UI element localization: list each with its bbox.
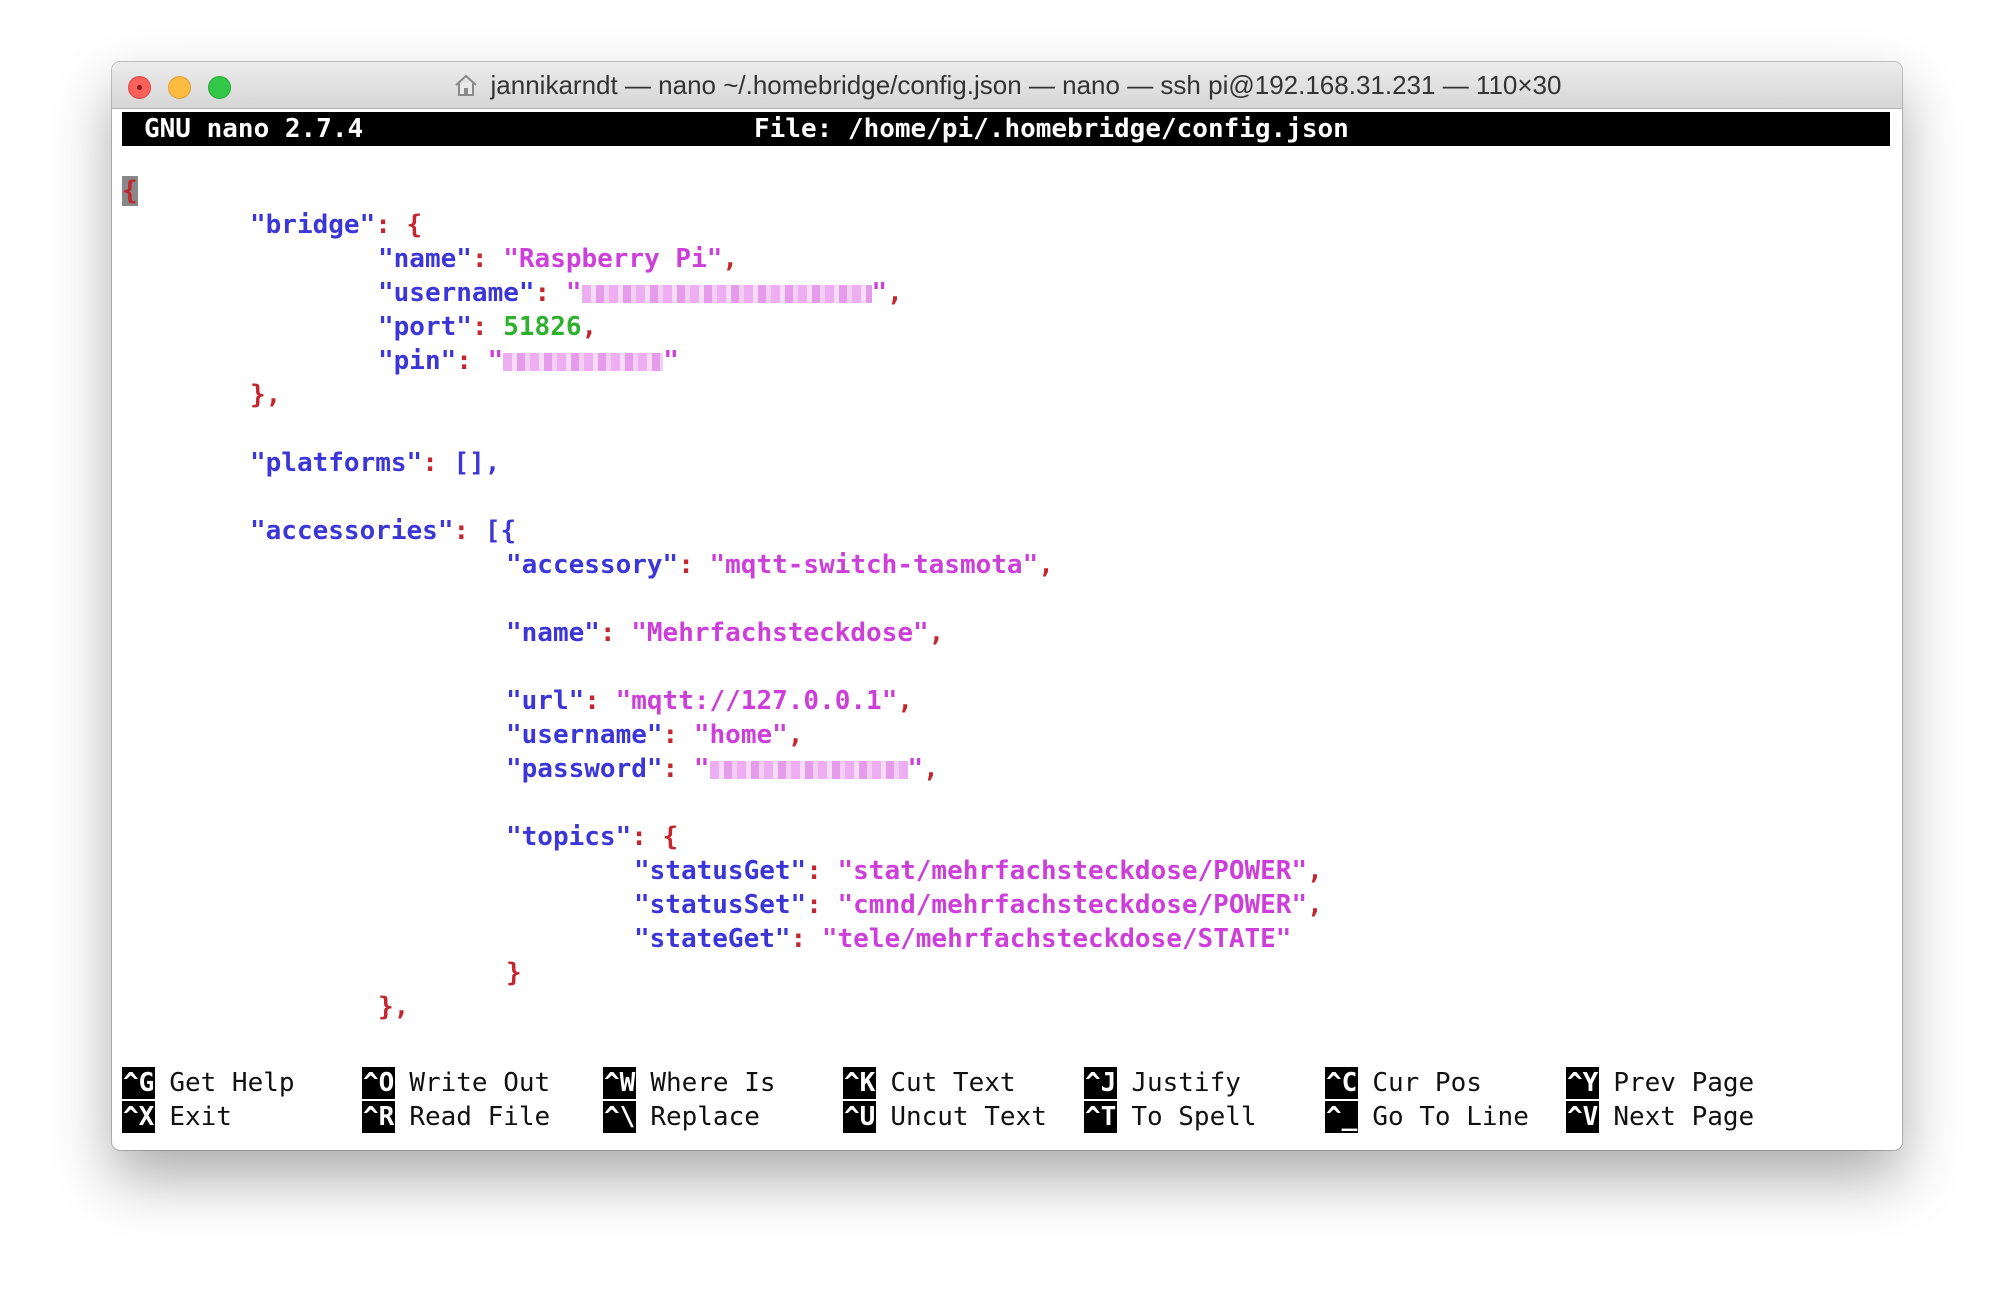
json-string: "Raspberry Pi" [503,244,723,274]
json-key: "statusGet" [634,856,807,886]
json-string: "Mehrfachsteckdose" [631,618,929,648]
terminal-window: jannikarndt — nano ~/.homebridge/config.… [112,62,1902,1150]
shortcut-replace[interactable]: ^\ Replace [603,1100,760,1134]
redacted-value [709,760,908,779]
code-line: "url": "mqtt://127.0.0.1", [506,686,914,716]
code-line: }, [378,992,410,1022]
code-line: "statusGet": "stat/mehrfachsteckdose/POW… [634,856,1323,886]
json-string: "mqtt://127.0.0.1" [615,686,898,716]
json-array: [], [453,448,501,478]
code-line: "accessories": [{ [250,516,517,546]
json-key: "bridge" [250,210,376,240]
code-line: "platforms": [], [250,448,501,478]
json-key: "platforms" [250,448,423,478]
shortcut-prev-page[interactable]: ^Y Prev Page [1566,1066,1754,1100]
redacted-value [581,284,872,303]
code-line: "password": " ", [506,754,939,784]
shortcut-next-page[interactable]: ^V Next Page [1566,1100,1754,1134]
code-line: "name": "Raspberry Pi", [378,244,739,274]
shortcut-read-file[interactable]: ^R Read File [362,1100,550,1134]
shortcut-go-to-line[interactable]: ^_ Go To Line [1325,1100,1529,1134]
code-line: { [122,174,138,208]
shortcut-uncut-text[interactable]: ^U Uncut Text [843,1100,1047,1134]
code-line: "statusSet": "cmnd/mehrfachsteckdose/POW… [634,890,1323,920]
title-wrap: jannikarndt — nano ~/.homebridge/config.… [112,62,1902,108]
code-line: "accessory": "mqtt-switch-tasmota", [506,550,1054,580]
code-line: "name": "Mehrfachsteckdose", [506,618,945,648]
json-string: "home" [693,720,788,750]
text-cursor: { [122,176,138,206]
nano-header: GNU nano 2.7.4 File: /home/pi/.homebridg… [122,112,1890,146]
window-title: jannikarndt — nano ~/.homebridge/config.… [490,69,1562,100]
json-key: "port" [378,312,472,342]
json-key: "accessories" [250,516,454,546]
json-string: "cmnd/mehrfachsteckdose/POWER" [837,890,1308,920]
shortcut-get-help[interactable]: ^G Get Help [122,1066,295,1100]
house-icon [453,72,479,98]
code-line: "port": 51826, [378,312,598,342]
json-key: "password" [506,754,663,784]
shortcut-cut-text[interactable]: ^K Cut Text [843,1066,1016,1100]
json-key: "statusSet" [634,890,807,920]
json-key: "stateGet" [634,924,791,954]
json-key: "username" [506,720,663,750]
json-key: "accessory" [506,550,679,580]
shortcut-justify[interactable]: ^J Justify [1084,1066,1241,1100]
shortcut-exit[interactable]: ^X Exit [122,1100,232,1134]
json-string: "tele/mehrfachsteckdose/STATE" [821,924,1292,954]
shortcut-where-is[interactable]: ^W Where Is [603,1066,776,1100]
nano-file-path: File: /home/pi/.homebridge/config.json [754,114,1349,144]
json-key: "username" [378,278,535,308]
json-string: "mqtt-switch-tasmota" [709,550,1039,580]
json-key: "url" [506,686,585,716]
redacted-value [503,352,664,371]
json-key: "name" [378,244,472,274]
shortcut-write-out[interactable]: ^O Write Out [362,1066,550,1100]
code-line: "topics": { [506,822,679,852]
nano-version: GNU nano 2.7.4 [144,114,364,144]
json-string: "stat/mehrfachsteckdose/POWER" [837,856,1308,886]
code-line: } [506,958,522,988]
code-line: "stateGet": "tele/mehrfachsteckdose/STAT… [634,924,1292,954]
code-line: }, [250,380,282,410]
json-key: "name" [506,618,600,648]
shortcut-cur-pos[interactable]: ^C Cur Pos [1325,1066,1482,1100]
code-line: "bridge": { [250,210,423,240]
json-key: "pin" [378,346,457,376]
shortcut-to-spell[interactable]: ^T To Spell [1084,1100,1257,1134]
code-line: "pin": " " [378,346,679,376]
title-bar[interactable]: jannikarndt — nano ~/.homebridge/config.… [112,62,1902,109]
json-key: "topics" [506,822,632,852]
code-line: "username": "home", [506,720,804,750]
code-line: "username": " ", [378,278,903,308]
json-number: 51826 [503,312,582,342]
